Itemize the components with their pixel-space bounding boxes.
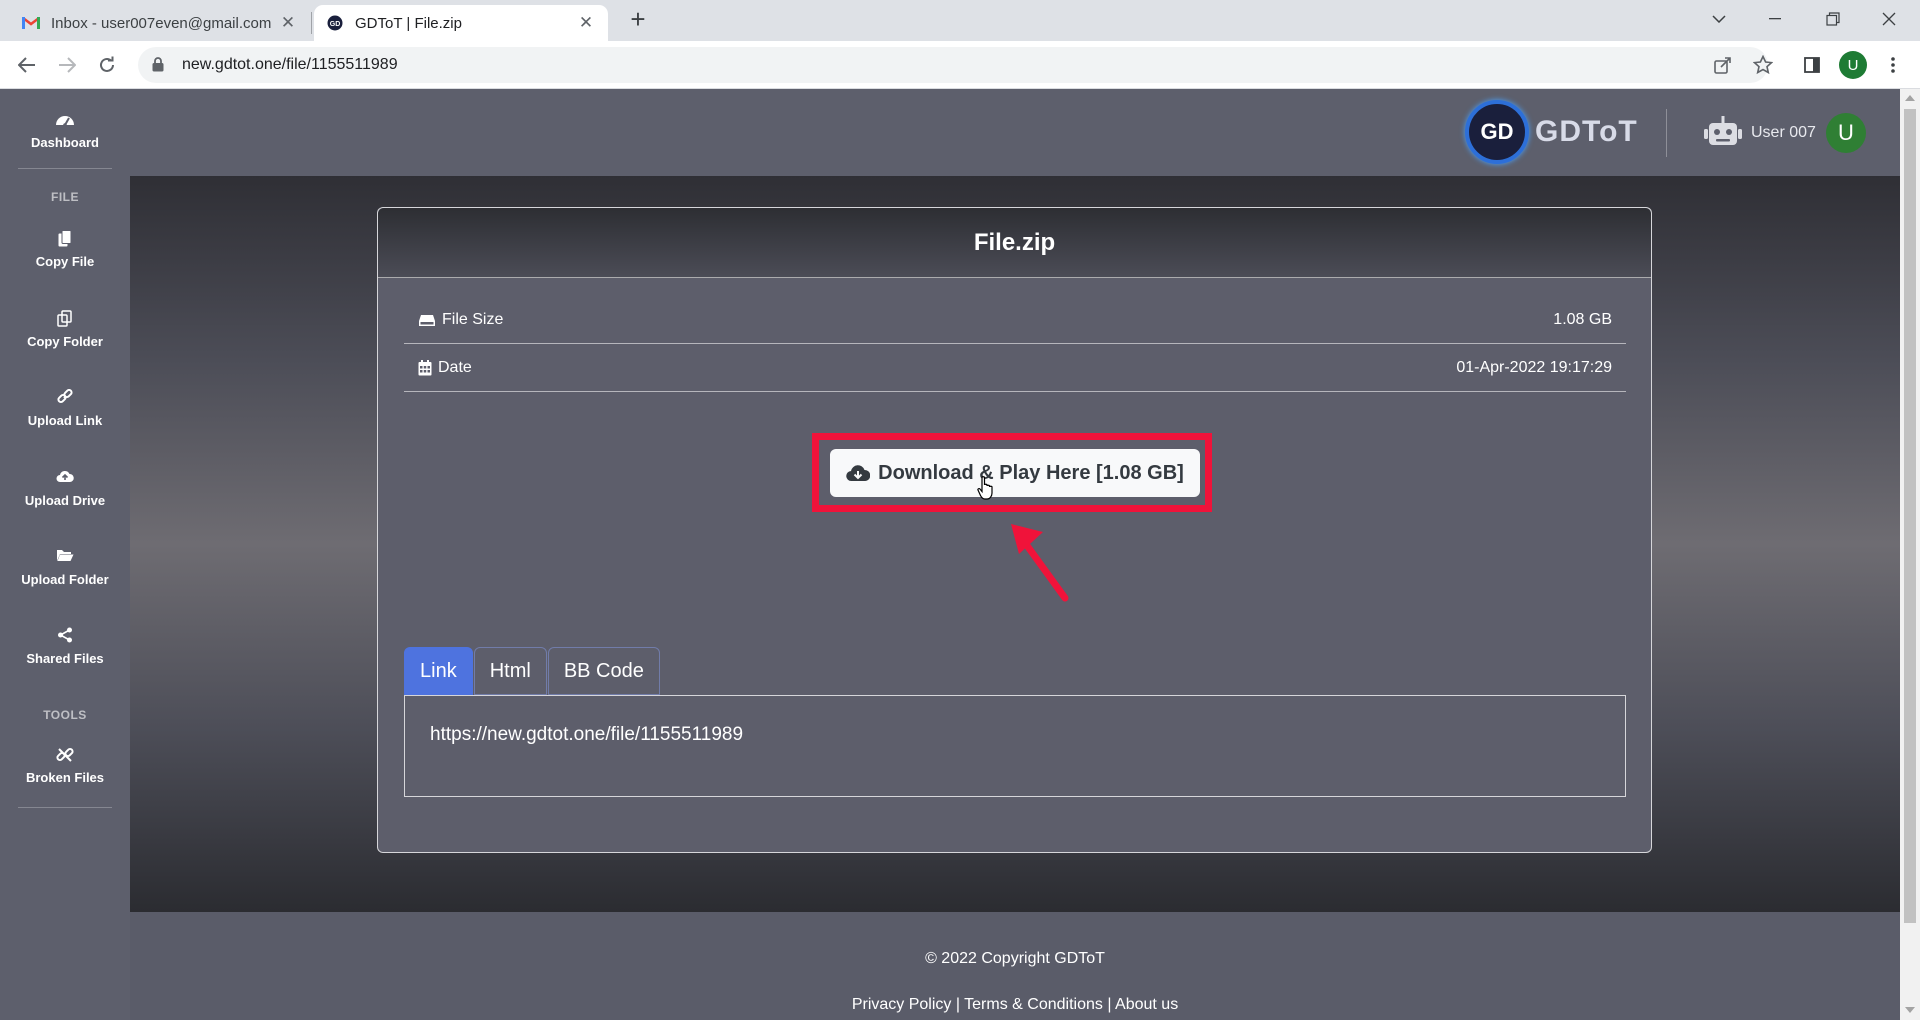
file-size-value: 1.08 GB [1553, 311, 1612, 328]
svg-text:GD: GD [330, 21, 341, 28]
date-label: Date [438, 359, 472, 376]
copy-folder-icon [55, 310, 75, 328]
sidebar-item-label: Dashboard [31, 135, 99, 150]
sidebar-item-shared-files[interactable]: Shared Files [0, 627, 130, 666]
sidebar-item-label: Upload Link [27, 413, 103, 428]
cloud-upload-icon [55, 469, 75, 487]
browser-tab-gmail[interactable]: Inbox - user007even@gmail.com ✕ [10, 5, 310, 41]
minimize-button[interactable] [1752, 0, 1798, 38]
page-scrollbar[interactable] [1900, 89, 1920, 1020]
tab-bb-code[interactable]: BB Code [547, 647, 660, 695]
sidebar-item-upload-folder[interactable]: Upload Folder [0, 548, 130, 587]
main-content: File.zip File Size 1.08 GB Date 01-Apr-2… [130, 176, 1900, 912]
share-icon [55, 627, 75, 645]
tab-title: Inbox - user007even@gmail.com [51, 14, 272, 32]
forward-icon[interactable] [52, 50, 82, 80]
sidebar-heading-tools: TOOLS [43, 708, 87, 722]
sidebar-divider [18, 807, 112, 808]
sidebar-heading-file: FILE [51, 190, 79, 204]
file-size-label: File Size [442, 311, 504, 328]
sidebar-item-label: Upload Folder [21, 572, 109, 587]
page: Dashboard FILE Copy File Copy Folder Upl… [0, 89, 1920, 1020]
sidebar-item-broken-files[interactable]: Broken Files [0, 746, 130, 785]
sidebar-item-label: Copy File [35, 254, 95, 269]
file-card: File.zip File Size 1.08 GB Date 01-Apr-2… [377, 207, 1652, 853]
cloud-download-icon [846, 465, 871, 482]
browser-menu-icon[interactable] [1882, 54, 1904, 76]
dashboard-icon [55, 111, 75, 129]
footer: © 2022 Copyright GDToT Privacy Policy | … [130, 912, 1900, 1020]
hand-cursor-icon [977, 476, 993, 500]
copy-file-icon [55, 230, 75, 248]
sidebar-item-upload-drive[interactable]: Upload Drive [0, 469, 130, 508]
tab-title: GDToT | File.zip [355, 14, 462, 32]
scroll-down-arrow[interactable] [1905, 1007, 1915, 1013]
tab-search-icon[interactable] [1696, 0, 1742, 38]
bookmark-star-icon[interactable] [1752, 54, 1774, 76]
restore-button[interactable] [1810, 0, 1856, 38]
file-size-row: File Size 1.08 GB [404, 296, 1626, 344]
footer-links[interactable]: Privacy Policy | Terms & Conditions | Ab… [130, 996, 1900, 1014]
topbar-divider [1666, 109, 1667, 157]
user-menu[interactable]: User 007 U [1703, 113, 1866, 153]
new-tab-button[interactable]: + [624, 6, 652, 34]
calendar-icon [418, 360, 432, 376]
close-tab-icon[interactable]: ✕ [576, 13, 596, 33]
address-bar[interactable]: new.gdtot.one/file/1155511989 [138, 47, 1768, 83]
close-tab-icon[interactable]: ✕ [278, 13, 298, 33]
tab-separator [311, 12, 312, 34]
gdtot-logo[interactable]: GD GDToT [1465, 100, 1675, 164]
sidebar-item-copy-file[interactable]: Copy File [0, 230, 130, 269]
link-icon [55, 388, 75, 407]
lock-icon [152, 57, 166, 73]
reload-icon[interactable] [92, 50, 122, 80]
sidebar-item-copy-folder[interactable]: Copy Folder [0, 310, 130, 349]
folder-open-icon [55, 548, 75, 566]
share-link-field[interactable]: https://new.gdtot.one/file/1155511989 [404, 695, 1626, 797]
hdd-icon [419, 314, 435, 326]
tab-html[interactable]: Html [473, 647, 547, 695]
file-title: File.zip [378, 208, 1651, 278]
browser-toolbar: new.gdtot.one/file/1155511989 U [0, 41, 1920, 89]
browser-tab-gdtot[interactable]: GD GDToT | File.zip ✕ [314, 5, 608, 41]
download-play-button[interactable]: Download & Play Here [1.08 GB] [830, 449, 1200, 497]
date-value: 01-Apr-2022 19:17:29 [1456, 359, 1612, 376]
broken-link-icon [55, 746, 75, 764]
url-text: new.gdtot.one/file/1155511989 [182, 56, 398, 73]
back-icon[interactable] [12, 50, 42, 80]
robot-icon [1703, 115, 1743, 152]
browser-tab-strip: Inbox - user007even@gmail.com ✕ GD GDToT… [0, 0, 1920, 41]
side-panel-icon[interactable] [1801, 54, 1823, 76]
logo-badge: GD [1465, 100, 1529, 164]
sidebar-item-upload-link[interactable]: Upload Link [0, 388, 130, 428]
scroll-up-arrow[interactable] [1905, 95, 1915, 101]
top-navbar: GD GDToT User 007 U [130, 89, 1900, 176]
sidebar: Dashboard FILE Copy File Copy Folder Upl… [0, 89, 130, 1020]
user-avatar: U [1825, 113, 1866, 153]
annotation-arrow [1011, 524, 1069, 602]
logo-text: GDToT [1535, 115, 1638, 148]
sidebar-item-label: Copy Folder [27, 334, 103, 349]
close-window-button[interactable] [1866, 0, 1912, 38]
sidebar-divider [18, 168, 112, 169]
date-row: Date 01-Apr-2022 19:17:29 [404, 344, 1626, 392]
share-tabs: Link Html BB Code [404, 647, 661, 695]
gdtot-favicon: GD [326, 14, 344, 32]
user-name: User 007 [1751, 124, 1816, 141]
sidebar-item-label: Broken Files [25, 770, 105, 785]
sidebar-item-dashboard[interactable]: Dashboard [0, 111, 130, 150]
sidebar-item-label: Upload Drive [24, 493, 106, 508]
gmail-icon [22, 14, 40, 32]
scrollbar-thumb[interactable] [1904, 109, 1916, 923]
footer-copyright: © 2022 Copyright GDToT [925, 950, 1105, 967]
share-page-icon[interactable] [1712, 54, 1734, 76]
download-button-label: Download & Play Here [1.08 GB] [878, 461, 1184, 484]
tab-link[interactable]: Link [404, 647, 473, 695]
browser-profile-avatar[interactable]: U [1839, 51, 1867, 79]
sidebar-item-label: Shared Files [26, 651, 104, 666]
